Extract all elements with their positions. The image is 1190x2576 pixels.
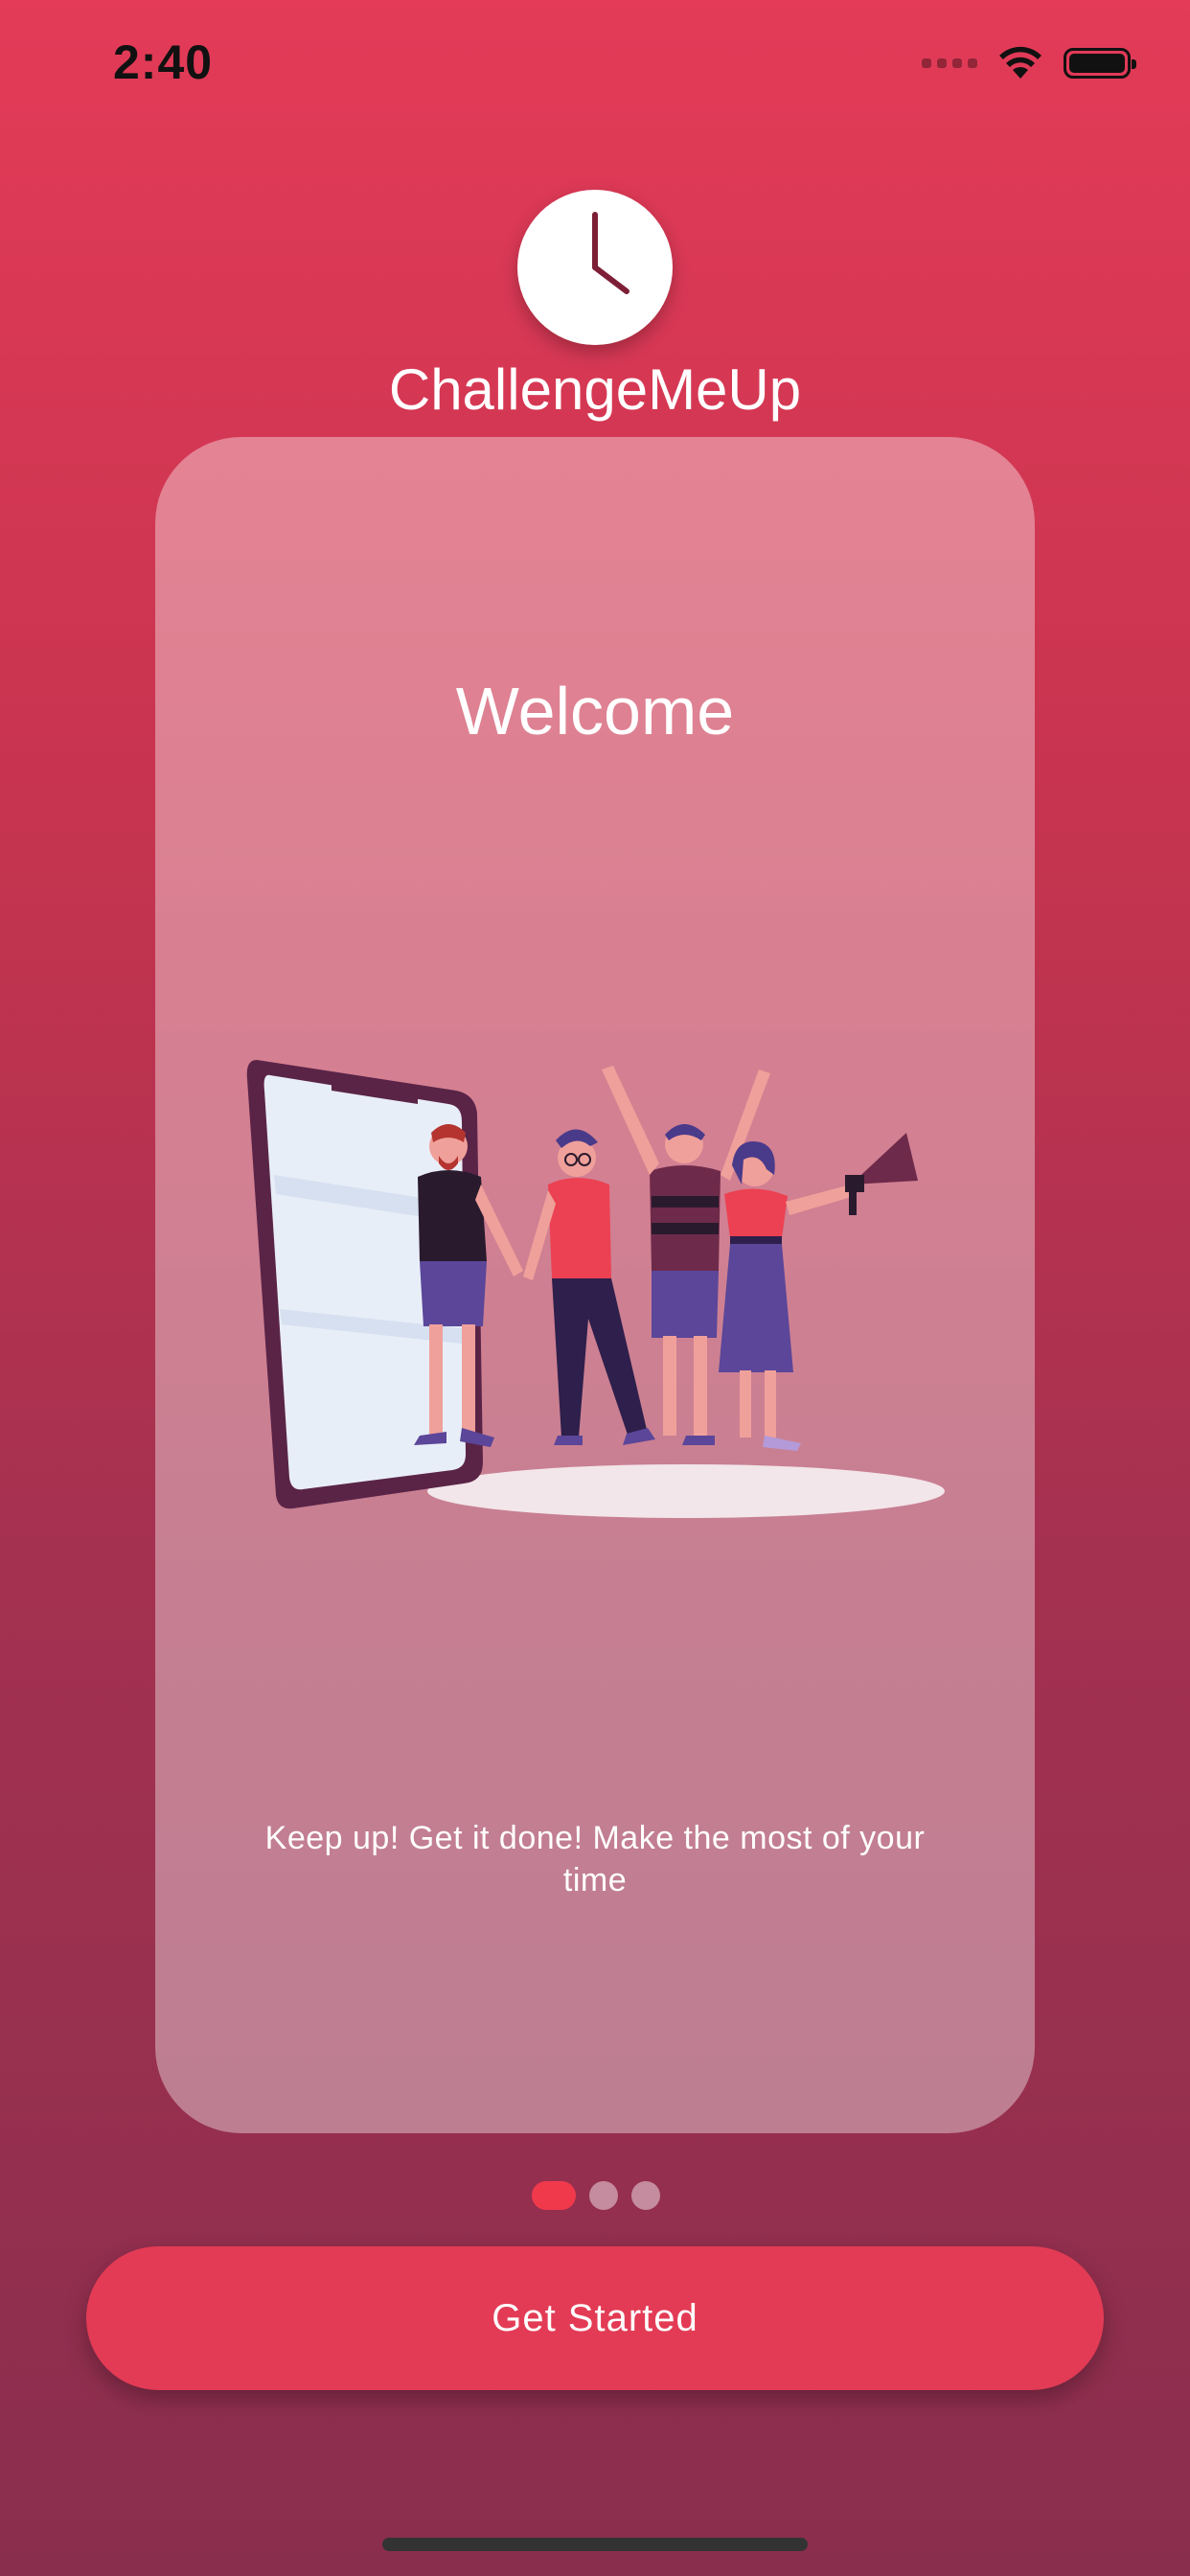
card-description: Keep up! Get it done! Make the most of y…	[264, 1820, 926, 1898]
person-illustration	[523, 1129, 655, 1445]
person-illustration	[719, 1133, 918, 1451]
app-title: ChallengeMeUp	[388, 357, 802, 422]
page-indicator[interactable]	[532, 2181, 660, 2210]
get-started-button[interactable]: Get Started	[86, 2246, 1104, 2390]
cellular-signal-icon	[922, 58, 977, 68]
onboarding-card[interactable]: Welcome Keep up! Get it done! Make the m…	[155, 437, 1035, 2133]
wifi-icon	[999, 46, 1041, 79]
app-logo	[517, 190, 673, 345]
status-icons	[922, 42, 1136, 84]
page-dot[interactable]	[631, 2181, 660, 2210]
home-indicator[interactable]	[382, 2538, 808, 2551]
clock-icon	[592, 212, 629, 294]
page-dot-active[interactable]	[532, 2181, 576, 2210]
megaphone-icon	[845, 1133, 918, 1215]
status-time: 2:40	[113, 35, 214, 89]
page-dot[interactable]	[589, 2181, 618, 2210]
battery-icon	[1064, 48, 1136, 79]
status-bar: 2:40	[0, 0, 1190, 126]
card-title: Welcome	[455, 674, 735, 748]
people-celebrating-illustration	[246, 1060, 945, 1518]
